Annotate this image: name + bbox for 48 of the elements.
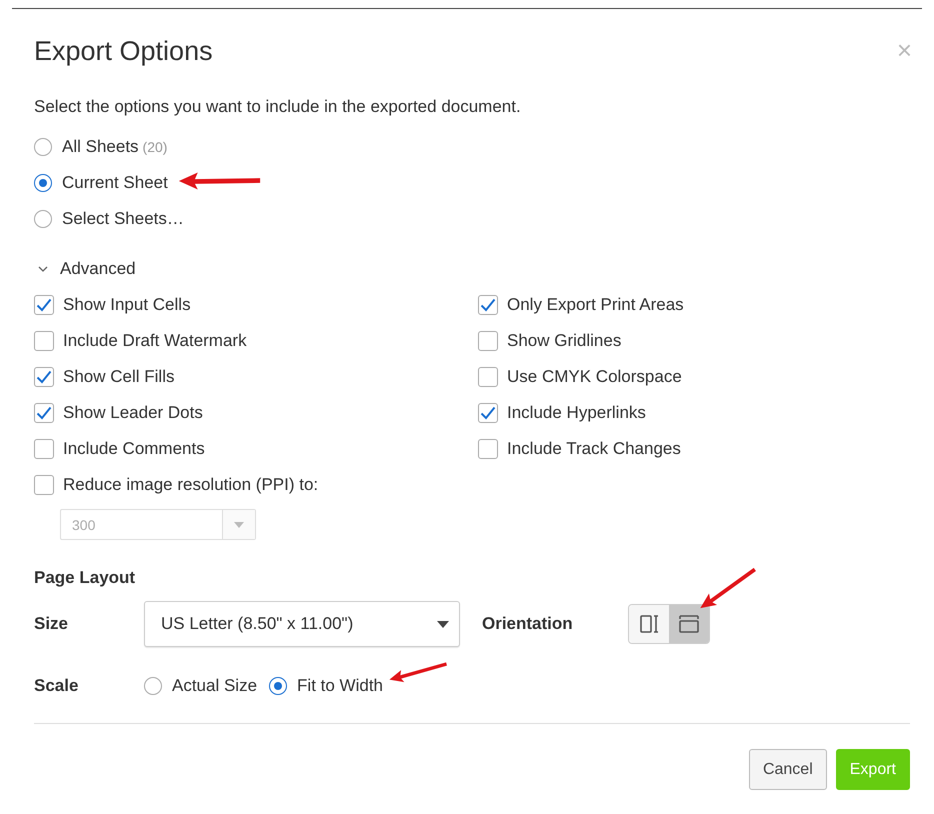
orientation-button[interactable]: [669, 605, 709, 643]
radio-label: Fit to Width: [297, 676, 384, 696]
dialog-title: Export Options: [34, 36, 213, 66]
advanced-toggle[interactable]: Advanced: [34, 251, 910, 287]
radio-button[interactable]: [34, 210, 52, 228]
checkbox-label: Show Gridlines: [507, 331, 622, 351]
radio-button[interactable]: [144, 677, 162, 695]
instruction-text: Select the options you want to include in the exported document.: [34, 97, 522, 117]
field-label: Scale: [34, 676, 80, 696]
checkbox-label: Only Export Print Areas: [507, 295, 684, 315]
checkbox[interactable]: [34, 439, 54, 459]
sheet-count: (20): [142, 139, 168, 155]
radio-label: Actual Size: [172, 676, 258, 696]
chevron-icon: [38, 264, 48, 274]
caret-icon: [437, 620, 449, 628]
checkbox[interactable]: [478, 439, 498, 459]
landscape-icon: [679, 614, 699, 634]
radio-button[interactable]: [269, 677, 288, 695]
checkbox-label: Include Track Changes: [507, 439, 681, 459]
section-heading: Page Layout: [34, 568, 136, 589]
size-select[interactable]: US Letter (8.50" x 11.00"): [144, 601, 460, 647]
checkbox-label: Reduce image resolution (PPI) to:: [63, 475, 318, 495]
checkbox-label: Show Cell Fills: [63, 367, 174, 387]
caret-icon: [234, 522, 244, 528]
checkbox[interactable]: [34, 331, 54, 351]
checkbox-label: Include Hyperlinks: [507, 403, 646, 423]
checkbox[interactable]: [478, 367, 498, 387]
field-label: Orientation: [482, 614, 574, 634]
radio-button[interactable]: [34, 174, 52, 192]
cancel-button[interactable]: Cancel: [748, 749, 827, 790]
checkbox-label: Include Comments: [63, 439, 205, 459]
radio-button[interactable]: [34, 138, 52, 156]
checkbox-label: Show Leader Dots: [63, 403, 203, 423]
checkbox-label: Use CMYK Colorspace: [507, 367, 682, 387]
checkbox[interactable]: [478, 403, 498, 423]
checkbox[interactable]: [478, 295, 498, 315]
radio-label: All Sheets: [62, 137, 139, 157]
radio-label: Select Sheets…: [62, 209, 184, 229]
checkbox[interactable]: [34, 403, 54, 423]
checkbox[interactable]: [34, 295, 54, 315]
checkbox-label: Show Input Cells: [63, 295, 191, 315]
radio-label: Current Sheet: [62, 173, 168, 193]
checkbox[interactable]: [34, 367, 54, 387]
field-label: Size: [34, 614, 70, 634]
checkbox-label: Include Draft Watermark: [63, 331, 247, 351]
orientation-button[interactable]: [629, 605, 669, 643]
portrait-icon: [639, 614, 659, 634]
checkbox[interactable]: [478, 331, 498, 351]
